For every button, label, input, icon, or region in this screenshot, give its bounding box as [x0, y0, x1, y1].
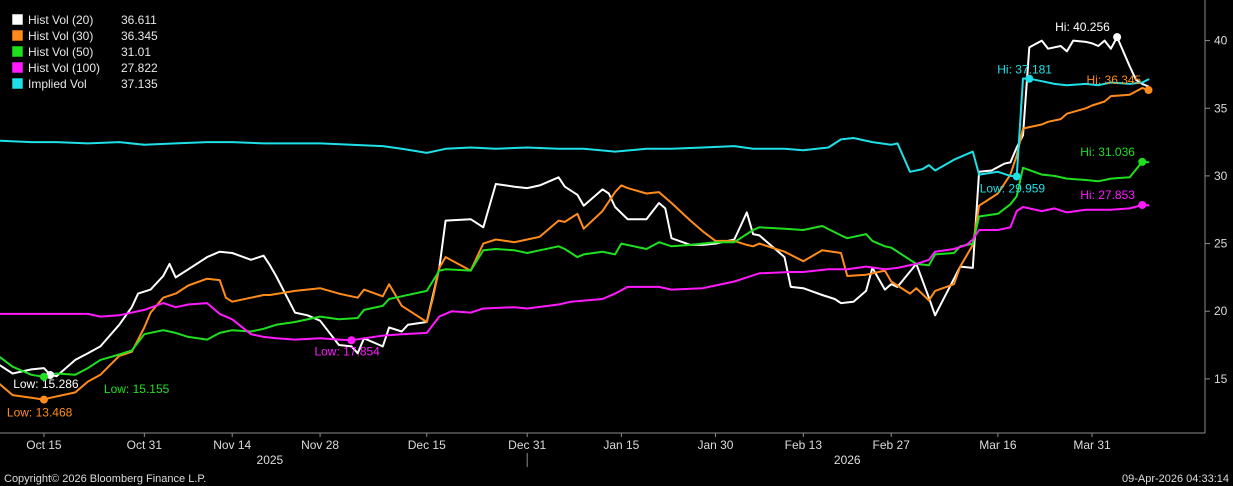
legend-last-value: 27.822	[121, 61, 158, 75]
vol-chart: 152025303540Oct 15 Oct 31 Nov 14 Nov 28 Dec …	[0, 0, 1229, 485]
legend-last-value: 36.345	[121, 29, 158, 43]
annotation-marker	[39, 395, 48, 404]
legend-swatch	[11, 61, 24, 74]
legend: Hist Vol (20) 36.611 Hist Vol (30) 36.345 Hi…	[6, 8, 166, 94]
x-tick-label: Mar 16	[979, 438, 1017, 452]
y-tick-label: 35	[1214, 101, 1228, 115]
y-tick-label: 30	[1214, 169, 1228, 183]
annotation-marker	[1138, 157, 1147, 166]
y-tick-label: 15	[1214, 372, 1228, 386]
annotation-label: Low: 29.959	[980, 181, 1046, 195]
x-tick-label: Oct 15	[26, 438, 62, 452]
y-tick-label: 20	[1214, 304, 1228, 318]
legend-swatch	[11, 29, 24, 42]
annotation-label: Hi: 37.181	[997, 63, 1052, 77]
series-line-hist-vol-20	[0, 36, 1150, 378]
footer-timestamp: 09-Apr-2026 04:33:14	[1122, 473, 1229, 485]
legend-series-name: Implied Vol	[28, 77, 87, 91]
legend-series-name: Hist Vol (20)	[28, 13, 93, 27]
annotation-label: Hi: 31.036	[1080, 145, 1135, 159]
annotation-label: Hi: 40.256	[1055, 20, 1110, 34]
annotation-marker	[1144, 86, 1153, 95]
x-tick-label: Dec 31	[508, 438, 546, 452]
x-tick-label: Oct 31	[127, 438, 163, 452]
legend-last-value: 37.135	[121, 77, 158, 91]
annotation-marker	[1138, 200, 1147, 209]
legend-series-name: Hist Vol (50)	[28, 45, 93, 59]
legend-last-value: 36.611	[121, 13, 157, 27]
annotation-label: Low: 15.155	[104, 382, 170, 396]
legend-swatch	[11, 77, 24, 90]
legend-series-name: Hist Vol (30)	[28, 29, 93, 43]
series-layer	[0, 36, 1150, 401]
chart-root: 15 20 25 30 35 40 Oct 15 Oct 31 Nov 14 Nov 28 Dec …	[0, 0, 1233, 486]
legend-swatch	[11, 13, 24, 26]
footer-copyright: Copyright© 2026 Bloomberg Finance L.P.	[4, 473, 206, 485]
x-tick-label: Mar 31	[1073, 438, 1111, 452]
y-tick-label: 25	[1214, 237, 1228, 251]
annotation-label: Hi: 36.345	[1087, 73, 1142, 87]
annotation-label: Low: 17.854	[314, 344, 380, 358]
annotation-marker	[1012, 172, 1021, 181]
x-tick-label: Jan 15	[603, 438, 639, 452]
legend-last-value: 31.01	[121, 45, 151, 59]
annotation-marker	[347, 336, 356, 345]
legend-swatch	[11, 45, 24, 58]
x-year-label: 2025	[257, 453, 284, 467]
annotation-marker	[39, 372, 48, 381]
x-tick-label: Nov 14	[213, 438, 251, 452]
annotation-label: Low: 13.468	[7, 406, 73, 420]
legend-series-name: Hist Vol (100)	[28, 61, 100, 75]
x-tick-label: Jan 30	[697, 438, 733, 452]
x-tick-label: Nov 28	[301, 438, 339, 452]
annotation-marker	[1113, 33, 1122, 42]
x-tick-label: Dec 15	[408, 438, 446, 452]
series-line-hist-vol-30	[0, 87, 1150, 401]
annotation-label: Hi: 27.853	[1080, 188, 1135, 202]
x-year-label: 2026	[834, 453, 861, 467]
x-tick-label: Feb 27	[873, 438, 911, 452]
y-tick-label: 40	[1214, 34, 1228, 48]
series-line-implied-vol	[0, 77, 1150, 178]
x-tick-label: Feb 13	[785, 438, 823, 452]
